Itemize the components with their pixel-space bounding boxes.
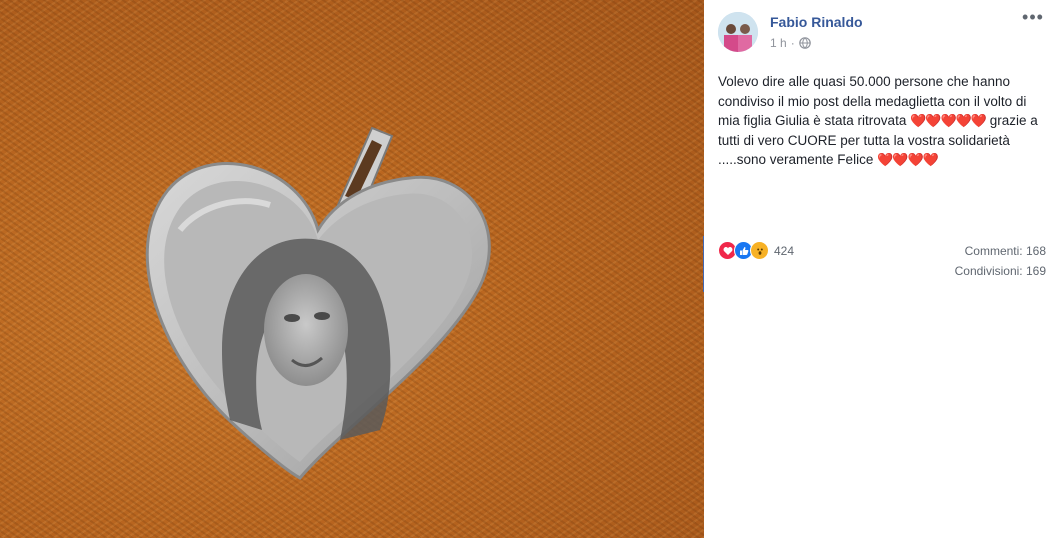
more-options-icon[interactable]: ••• — [1020, 8, 1046, 30]
post-side-panel: Fabio Rinaldo 1 h · ••• Volevo dire alle… — [704, 0, 1056, 538]
author-name-link[interactable]: Fabio Rinaldo — [770, 14, 863, 30]
hearts-emoji-group-2: ❤️❤️❤️❤️ — [877, 152, 939, 167]
post-text: Volevo dire alle quasi 50.000 persone ch… — [718, 72, 1048, 170]
shares-count-link[interactable]: Condivisioni: 169 — [955, 264, 1046, 278]
author-avatar[interactable] — [718, 12, 758, 52]
comments-count-link[interactable]: Commenti: 168 — [965, 244, 1046, 258]
heart-medal-image — [145, 126, 491, 480]
reactions-summary[interactable]: 424 — [718, 241, 794, 260]
hearts-emoji-group-1: ❤️❤️❤️❤️❤️ — [910, 113, 987, 128]
wow-reaction-icon — [750, 241, 769, 260]
post-photo[interactable] — [0, 0, 704, 538]
post-meta: 1 h · — [770, 36, 811, 50]
post-timestamp[interactable]: 1 h — [770, 36, 787, 50]
reactions-count: 424 — [774, 243, 795, 258]
globe-icon[interactable] — [798, 37, 811, 49]
